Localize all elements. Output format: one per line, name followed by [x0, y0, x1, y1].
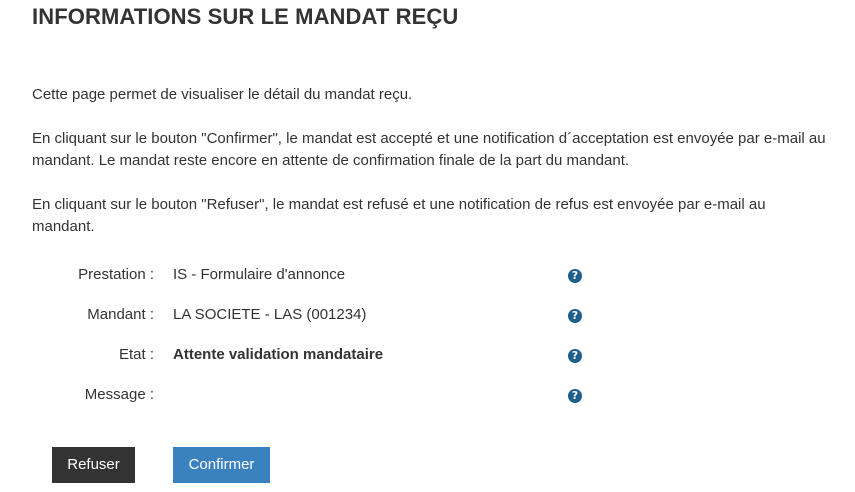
- prestation-value: IS - Formulaire d'annonce: [173, 266, 346, 283]
- detail-row-message: Message : ?: [0, 378, 855, 418]
- detail-row-etat: Etat : Attente validation mandataire ?: [0, 338, 855, 378]
- intro-paragraph-2: En cliquant sur le bouton "Confirmer", l…: [32, 130, 826, 169]
- mandant-help-icon[interactable]: ?: [568, 309, 582, 323]
- message-label: Message :: [84, 386, 154, 403]
- intro-text: Cette page permet de visualiser le détai…: [32, 84, 832, 260]
- mandant-value: LA SOCIETE - LAS (001234): [173, 306, 367, 323]
- intro-paragraph-3: En cliquant sur le bouton "Refuser", le …: [32, 196, 766, 235]
- detail-row-mandant: Mandant : LA SOCIETE - LAS (001234) ?: [0, 298, 855, 338]
- etat-value: Attente validation mandataire: [173, 346, 384, 363]
- details-list: Prestation : IS - Formulaire d'annonce ?…: [0, 258, 855, 418]
- detail-row-prestation: Prestation : IS - Formulaire d'annonce ?: [0, 258, 855, 298]
- mandant-label: Mandant :: [87, 306, 154, 323]
- intro-paragraph-1: Cette page permet de visualiser le détai…: [32, 86, 413, 103]
- prestation-label: Prestation :: [78, 266, 154, 283]
- page-title: INFORMATIONS SUR LE MANDAT REÇU: [32, 4, 459, 29]
- prestation-help-icon[interactable]: ?: [568, 269, 582, 283]
- refuse-button[interactable]: Refuser: [52, 447, 135, 483]
- message-help-icon[interactable]: ?: [568, 389, 582, 403]
- etat-label: Etat :: [118, 346, 154, 363]
- confirm-button[interactable]: Confirmer: [173, 447, 270, 483]
- mandate-details-page: INFORMATIONS SUR LE MANDAT REÇU Cette pa…: [0, 0, 855, 492]
- etat-help-icon[interactable]: ?: [568, 349, 582, 363]
